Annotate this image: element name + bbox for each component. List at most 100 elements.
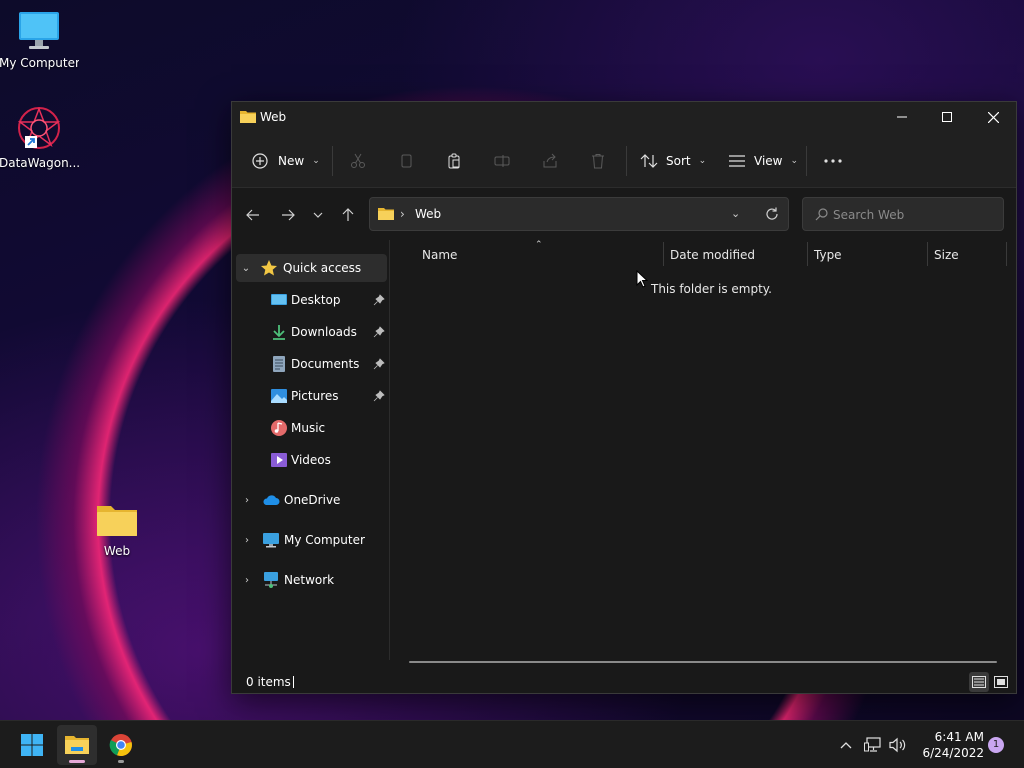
column-divider[interactable]: [663, 242, 664, 266]
column-header-type[interactable]: Type: [814, 248, 842, 262]
sidebar-item-quick-access[interactable]: ⌄ Quick access: [236, 254, 387, 282]
start-button[interactable]: [12, 725, 52, 765]
chevron-right-icon[interactable]: ›: [241, 535, 253, 546]
horizontal-scrollbar[interactable]: [409, 661, 997, 663]
sidebar-item-pictures[interactable]: Pictures: [232, 382, 388, 410]
empty-folder-message: This folder is empty.: [651, 282, 772, 296]
share-button[interactable]: [540, 151, 560, 171]
large-icons-view-button[interactable]: [991, 672, 1011, 692]
desktop-icon-label: DataWagon...: [0, 156, 79, 170]
maximize-button[interactable]: [924, 102, 970, 132]
sidebar-item-label: Pictures: [291, 389, 339, 403]
delete-button[interactable]: [588, 151, 608, 171]
minimize-button[interactable]: [879, 102, 925, 132]
maximize-icon: [942, 112, 952, 122]
new-button[interactable]: New ⌄: [252, 148, 320, 174]
taskbar-file-explorer[interactable]: [57, 725, 97, 765]
address-dropdown-icon[interactable]: ⌄: [731, 207, 740, 220]
sidebar-item-documents[interactable]: Documents: [232, 350, 388, 378]
search-box[interactable]: [802, 197, 1004, 231]
notification-badge[interactable]: 1: [988, 737, 1004, 753]
more-options-button[interactable]: [823, 151, 843, 171]
speaker-icon: [889, 737, 906, 753]
recent-locations-button[interactable]: [308, 206, 328, 224]
sidebar-item-my-computer[interactable]: › My Computer: [232, 526, 388, 554]
sidebar-item-music[interactable]: Music: [232, 414, 388, 442]
volume-button[interactable]: [888, 735, 908, 755]
desktop-icon-label: My Computer: [0, 56, 79, 70]
address-bar[interactable]: › Web ⌄: [369, 197, 789, 231]
tiles-view-icon: [994, 676, 1008, 688]
chrome-icon: [109, 734, 132, 757]
column-header-date-modified[interactable]: Date modified: [670, 248, 755, 262]
view-label: View: [754, 154, 783, 168]
chevron-right-icon[interactable]: ›: [241, 575, 253, 586]
sidebar-item-downloads[interactable]: Downloads: [232, 318, 388, 346]
clock-date: 6/24/2022: [922, 746, 984, 760]
column-divider[interactable]: [807, 242, 808, 266]
view-list-icon: [729, 155, 745, 167]
column-divider[interactable]: [927, 242, 928, 266]
navigation-pane: ⌄ Quick access Desktop Downloads Documen…: [232, 240, 390, 660]
column-header-size[interactable]: Size: [934, 248, 959, 262]
desktop-icon-web-folder[interactable]: Web: [77, 500, 157, 558]
sidebar-item-label: Quick access: [283, 261, 362, 275]
copy-button[interactable]: [396, 151, 416, 171]
details-view-icon: [972, 676, 986, 688]
windows-logo-icon: [21, 734, 43, 756]
desktop-icon-my-computer[interactable]: My Computer: [0, 10, 79, 70]
chevron-down-icon[interactable]: ⌄: [240, 263, 252, 274]
paste-button[interactable]: [444, 151, 464, 171]
sidebar-item-desktop[interactable]: Desktop: [232, 286, 388, 314]
sidebar-item-label: Downloads: [291, 325, 357, 339]
close-button[interactable]: [970, 102, 1016, 132]
arrow-right-icon: [282, 209, 295, 221]
status-bar: 0 items: [232, 668, 1016, 694]
taskbar-chrome[interactable]: [101, 725, 141, 765]
system-clock[interactable]: 6:41 AM 6/24/2022: [912, 729, 984, 761]
breadcrumb-separator: ›: [400, 207, 405, 221]
column-header-name[interactable]: Name: [422, 248, 457, 262]
sort-icon: [640, 154, 658, 168]
refresh-icon[interactable]: [764, 206, 780, 222]
search-input[interactable]: [833, 206, 993, 224]
running-app-indicator: [118, 760, 124, 763]
sidebar-item-label: Network: [284, 573, 335, 587]
chevron-up-icon: [840, 742, 852, 749]
file-list-pane[interactable]: ⌃ Name Date modified Type Size This fold…: [391, 240, 1016, 663]
chevron-right-icon[interactable]: ›: [241, 495, 253, 506]
sidebar-item-onedrive[interactable]: › OneDrive: [232, 486, 388, 514]
chevron-down-icon: ⌄: [698, 156, 707, 166]
sort-ascending-icon: ⌃: [535, 240, 543, 250]
up-button[interactable]: [338, 206, 358, 224]
view-button[interactable]: View ⌄: [728, 148, 798, 174]
network-status-button[interactable]: [863, 735, 883, 755]
item-count: 0 items: [246, 675, 291, 689]
sort-button[interactable]: Sort ⌄: [640, 148, 706, 174]
network-wired-icon: [864, 737, 881, 752]
details-view-button[interactable]: [969, 672, 989, 692]
minimize-icon: [897, 116, 907, 118]
pictures-icon: [271, 389, 287, 403]
show-hidden-icons-button[interactable]: [836, 735, 856, 755]
command-bar: New ⌄ Sort ⌄ View ⌄: [232, 132, 1016, 188]
network-icon: [264, 572, 278, 588]
arrow-left-icon: [246, 209, 259, 221]
sidebar-item-network[interactable]: › Network: [232, 566, 388, 594]
close-icon: [987, 111, 999, 123]
column-divider[interactable]: [1006, 242, 1007, 266]
back-button[interactable]: [243, 206, 263, 224]
clock-time: 6:41 AM: [934, 730, 984, 744]
desktop-icon-datawagon[interactable]: DataWagon...: [0, 106, 79, 170]
status-divider: [293, 676, 294, 688]
title-bar[interactable]: Web: [232, 102, 1016, 132]
sidebar-item-videos[interactable]: Videos: [232, 446, 388, 474]
rename-button[interactable]: [492, 151, 512, 171]
folder-icon: [97, 506, 137, 536]
mouse-cursor-icon: [636, 270, 648, 288]
cut-button[interactable]: [348, 151, 368, 171]
breadcrumb-web[interactable]: Web: [415, 207, 441, 221]
file-explorer-window[interactable]: Web New ⌄ Sort ⌄ View ⌄ › Web ⌄ Search W…: [231, 101, 1017, 694]
download-icon: [273, 325, 285, 340]
forward-button[interactable]: [278, 206, 298, 224]
